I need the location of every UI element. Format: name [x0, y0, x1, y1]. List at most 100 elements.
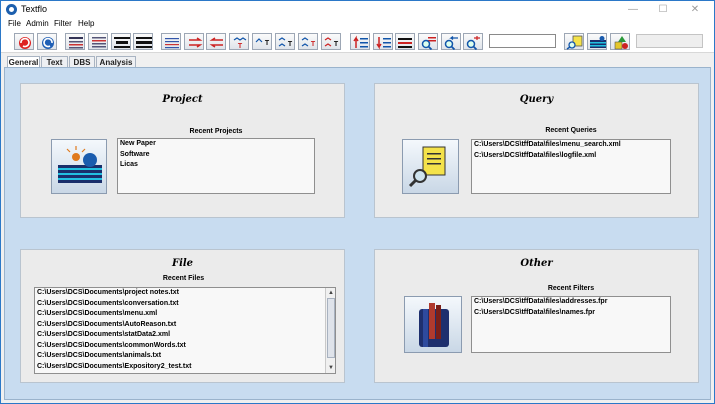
search-input[interactable] — [489, 34, 556, 48]
list-item[interactable]: C:\Users\DCS\Documents\menu.xml — [35, 309, 325, 320]
status-field — [636, 34, 703, 48]
text-marker-4-icon: T — [301, 37, 316, 48]
merge-left-button[interactable] — [161, 33, 181, 50]
query-button[interactable] — [564, 33, 584, 50]
redo-button[interactable] — [37, 33, 57, 50]
project-icon — [58, 146, 102, 183]
find-back-button[interactable] — [441, 33, 461, 50]
text-marker-3-icon: T — [278, 37, 293, 48]
list-item[interactable]: C:\Users\DCS\Documents\project notes.txt — [35, 288, 325, 299]
svg-text:T: T — [238, 43, 243, 50]
sort-up-button[interactable] — [350, 33, 370, 50]
list-item[interactable]: C:\Users\DCS\tffData\files\addresses.fpr — [472, 297, 670, 308]
find-replace-button[interactable] — [463, 33, 483, 50]
maximize-button[interactable]: ☐ — [649, 2, 677, 17]
shapes-button[interactable] — [610, 33, 630, 50]
open-file-button[interactable] — [587, 33, 607, 50]
text-marker-2-button[interactable]: T — [252, 33, 272, 50]
close-button[interactable]: ✕ — [681, 2, 709, 17]
file-title: File — [171, 258, 194, 269]
scroll-down-icon[interactable]: ▼ — [327, 364, 335, 372]
align-lines-2-button[interactable] — [133, 33, 153, 50]
minimize-button[interactable]: — — [619, 2, 647, 17]
project-panel: Project Recent Projects New Paper Softwa… — [20, 83, 345, 218]
menu-help[interactable]: Help — [78, 19, 94, 28]
other-panel: Other Recent Filters C:\Users\DCS\tffDat… — [374, 249, 699, 383]
list-item[interactable]: C:\Users\DCS\Documents\Expository2_test.… — [35, 362, 325, 373]
shapes-icon — [614, 36, 628, 50]
list-item[interactable]: C:\Users\DCS\tffData\files\logfile.xml — [472, 151, 670, 162]
find-back-icon — [444, 36, 458, 50]
list-item[interactable]: C:\Users\DCS\Documents\statData2.xml — [35, 330, 325, 341]
toolbar: T T T T T — [1, 30, 714, 53]
doc-view-2-icon — [92, 37, 106, 48]
menu-filter[interactable]: Filter — [54, 19, 72, 28]
query-icon — [566, 35, 583, 50]
align-lines-2-icon — [136, 37, 152, 48]
other-button[interactable] — [404, 296, 462, 353]
redo-icon — [42, 37, 54, 49]
list-item[interactable]: Software — [118, 150, 314, 161]
scroll-thumb[interactable] — [327, 298, 335, 358]
recent-projects-label: Recent Projects — [189, 128, 243, 135]
query-panel: Query Recent Queries C:\Users\DCS\tffDat… — [374, 83, 699, 218]
open-file-icon — [590, 36, 606, 48]
recent-projects-list[interactable]: New Paper Software Licas — [117, 138, 315, 194]
other-title: Other — [520, 258, 553, 269]
project-button[interactable] — [51, 139, 107, 194]
undo-button[interactable] — [14, 33, 34, 50]
list-item[interactable]: C:\Users\DCS\Documents\animals.txt — [35, 351, 325, 362]
menu-bar: File Admin Filter Help — [1, 18, 714, 30]
svg-text:T: T — [334, 41, 339, 48]
list-item[interactable]: C:\Users\DCS\Documents\commonWords.txt — [35, 341, 325, 352]
recent-files-list[interactable]: C:\Users\DCS\Documents\project notes.txt… — [34, 287, 336, 374]
text-marker-4-button[interactable]: T — [298, 33, 318, 50]
recent-filters-list[interactable]: C:\Users\DCS\tffData\files\addresses.fpr… — [471, 296, 671, 353]
find-button[interactable] — [418, 33, 438, 50]
app-window: Textflo — ☐ ✕ File Admin Filter Help T T… — [0, 0, 715, 404]
merge-right-icon — [189, 37, 203, 48]
menu-admin[interactable]: Admin — [26, 19, 49, 28]
query-icon-large — [408, 146, 446, 188]
merge-left-icon — [165, 38, 179, 49]
list-item[interactable]: C:\Users\DCS\tffData\files\names.fpr — [472, 308, 670, 319]
sort-down-button[interactable] — [373, 33, 393, 50]
query-title: Query — [519, 94, 554, 105]
sort-up-icon — [353, 35, 368, 48]
list-icon — [398, 38, 412, 48]
menu-file[interactable]: File — [8, 19, 21, 28]
list-item[interactable]: New Paper — [118, 139, 314, 150]
list-item[interactable]: C:\Users\DCS\tffData\files\menu_search.x… — [472, 140, 670, 151]
recent-filters-label: Recent Filters — [547, 285, 595, 292]
window-title: Textflo — [21, 4, 48, 14]
project-title: Project — [162, 94, 203, 105]
list-item[interactable]: Licas — [118, 160, 314, 171]
scroll-up-icon[interactable]: ▲ — [327, 289, 335, 297]
sort-down-icon — [376, 37, 391, 50]
recent-queries-label: Recent Queries — [545, 127, 597, 134]
doc-view-2-button[interactable] — [88, 33, 108, 50]
split-button[interactable] — [206, 33, 226, 50]
svg-text:T: T — [311, 41, 316, 48]
split-icon — [209, 37, 223, 48]
text-marker-icon: T — [233, 37, 247, 50]
text-marker-button[interactable]: T — [229, 33, 249, 50]
filter-book-icon — [419, 303, 449, 347]
recent-files-scrollbar[interactable]: ▲ ▼ — [325, 288, 335, 373]
align-lines-button[interactable] — [111, 33, 131, 50]
list-item[interactable]: C:\Users\DCS\Documents\conversation.txt — [35, 299, 325, 310]
list-item[interactable]: C:\Users\DCS\Documents\AutoReason.txt — [35, 320, 325, 331]
doc-view-icon — [69, 37, 83, 49]
list-button[interactable] — [395, 33, 415, 50]
text-marker-2-icon: T — [255, 38, 270, 47]
merge-right-button[interactable] — [184, 33, 204, 50]
recent-queries-list[interactable]: C:\Users\DCS\tffData\files\menu_search.x… — [471, 139, 671, 194]
text-marker-3-button[interactable]: T — [275, 33, 295, 50]
title-bar: Textflo — ☐ ✕ — [1, 1, 714, 18]
undo-icon — [19, 37, 31, 49]
text-marker-5-button[interactable]: T — [321, 33, 341, 50]
find-replace-icon — [466, 36, 480, 50]
app-logo-icon — [6, 4, 17, 15]
query-button-large[interactable] — [402, 139, 459, 194]
doc-view-button[interactable] — [65, 33, 85, 50]
